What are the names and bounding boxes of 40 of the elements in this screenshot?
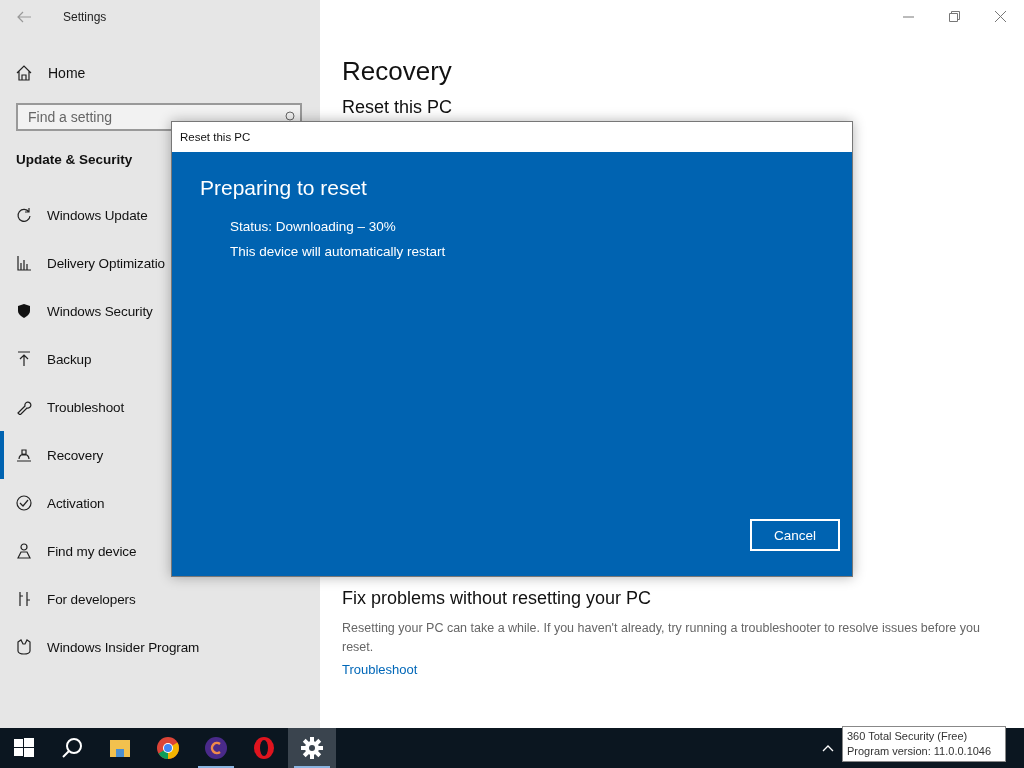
sidebar-item[interactable]: Activation bbox=[0, 479, 320, 527]
sidebar-item[interactable]: Troubleshoot bbox=[0, 383, 320, 431]
close-icon[interactable] bbox=[995, 11, 1006, 22]
app-icon bbox=[204, 736, 228, 760]
restore-icon[interactable] bbox=[949, 11, 960, 22]
upload-icon bbox=[16, 351, 32, 367]
sidebar-item[interactable]: Windows Security bbox=[0, 287, 320, 335]
start-icon bbox=[12, 736, 36, 760]
section-heading: Reset this PC bbox=[342, 97, 454, 118]
status-text: This device will automatically restart bbox=[230, 243, 447, 261]
refresh-icon bbox=[16, 207, 32, 223]
chevron-up-icon[interactable] bbox=[822, 744, 834, 752]
tooltip-text: 360 Total Security (Free) bbox=[847, 729, 968, 744]
search-icon bbox=[60, 736, 84, 760]
chrome-icon bbox=[156, 736, 180, 760]
person-icon bbox=[16, 543, 32, 559]
wrench-icon bbox=[16, 399, 32, 415]
taskbar-button[interactable] bbox=[288, 728, 336, 768]
sidebar-item[interactable]: Find my device bbox=[0, 527, 320, 575]
section-heading: Update & Security bbox=[16, 152, 134, 167]
dialog-title: Reset this PC bbox=[180, 131, 251, 143]
home-icon bbox=[16, 65, 32, 81]
troubleshoot-link[interactable]: Troubleshoot bbox=[342, 662, 418, 677]
status-text: Status: Downloading – 30% bbox=[230, 218, 397, 236]
cancel-button[interactable]: Cancel bbox=[750, 519, 840, 551]
description-text: Resetting your PC can take a while. If you haven't already, try running a troubleshooter to resolve issues before you reset. bbox=[342, 620, 981, 656]
tooltip-text: Program version: 11.0.0.1046 bbox=[847, 744, 992, 759]
sidebar-item[interactable]: Backup bbox=[0, 335, 320, 383]
shield-icon bbox=[16, 303, 32, 319]
sidebar-item[interactable]: For developers bbox=[0, 575, 320, 623]
dialog-heading: Preparing to reset bbox=[200, 176, 368, 200]
home-link[interactable]: Home bbox=[16, 55, 86, 91]
settings-icon bbox=[300, 736, 324, 760]
check-circle-icon bbox=[16, 495, 32, 511]
page-title: Recovery bbox=[342, 56, 453, 87]
opera-icon bbox=[252, 736, 276, 760]
sidebar-item[interactable]: Windows Insider Program bbox=[0, 623, 320, 671]
search-icon bbox=[283, 111, 295, 123]
section-heading: Fix problems without resetting your PC bbox=[342, 588, 653, 609]
window-title: Settings bbox=[63, 9, 107, 24]
